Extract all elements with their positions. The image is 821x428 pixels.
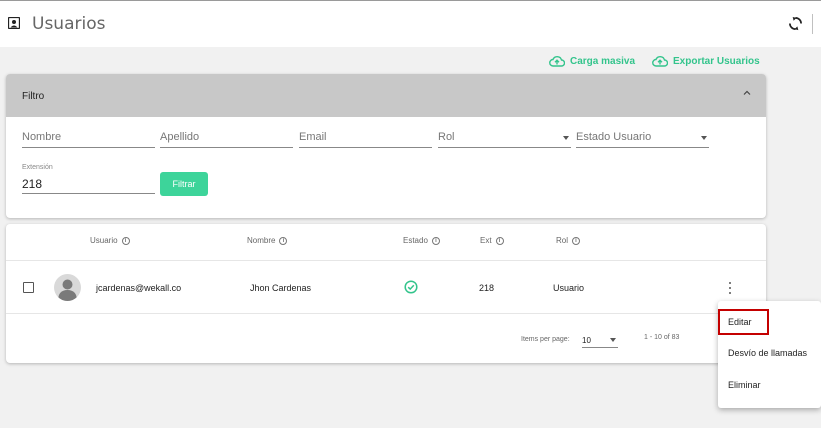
chevron-up-icon[interactable] <box>742 88 752 98</box>
bulk-upload-link[interactable]: Carga masiva <box>549 52 635 70</box>
items-per-page-label: Items per page: <box>521 336 570 343</box>
column-header-nombre[interactable]: Nombre i <box>247 236 288 245</box>
chevron-down-icon <box>563 136 569 140</box>
user-silhouette-icon <box>58 279 77 301</box>
row-checkbox[interactable] <box>23 282 34 293</box>
filter-panel-header[interactable]: Filtro <box>6 74 766 117</box>
cell-nombre: Jhon Cardenas <box>250 283 312 293</box>
estado-usuario-select[interactable]: Estado Usuario <box>576 126 709 148</box>
nombre-field[interactable]: Nombre <box>22 126 155 148</box>
cell-rol: Usuario <box>553 283 585 293</box>
cell-usuario: jcardenas@wekall.co <box>96 283 182 293</box>
page-size-select[interactable]: 10 <box>582 330 618 348</box>
column-header-label: Nombre <box>247 236 276 245</box>
chevron-down-icon <box>610 338 616 342</box>
rol-select[interactable]: Rol <box>438 126 571 148</box>
filter-title: Filtro <box>22 91 45 102</box>
menu-item-editar[interactable]: Editar <box>728 317 752 327</box>
column-header-usuario[interactable]: Usuario i <box>90 236 130 245</box>
filter-panel: Filtro Nombre Apellido Email Rol Estado … <box>6 74 766 218</box>
extension-label: Extensión <box>22 164 53 171</box>
cloud-upload-icon <box>652 55 668 67</box>
info-icon: i <box>495 236 504 245</box>
pagination-range: 1 - 10 of 83 <box>644 334 680 341</box>
info-icon: i <box>279 236 288 245</box>
export-users-link[interactable]: Exportar Usuarios <box>652 52 760 70</box>
row-actions-menu: Editar Desvío de llamadas Eliminar <box>718 301 821 408</box>
cloud-upload-icon <box>549 55 565 67</box>
column-header-label: Usuario <box>90 236 118 245</box>
column-header-label: Rol <box>556 236 569 245</box>
contact-card-icon <box>8 17 20 29</box>
estado-placeholder: Estado Usuario <box>576 131 652 143</box>
avatar <box>54 274 81 301</box>
header-divider <box>812 14 813 34</box>
page-size-value: 10 <box>582 336 591 345</box>
email-field[interactable]: Email <box>299 126 432 148</box>
nombre-placeholder: Nombre <box>22 131 62 143</box>
column-header-ext[interactable]: Ext i <box>480 236 504 245</box>
users-table: Usuario i Nombre i Estado i Ext i Rol i … <box>6 224 766 363</box>
header-divider <box>6 260 766 261</box>
menu-item-eliminar[interactable]: Eliminar <box>728 380 761 390</box>
cell-ext: 218 <box>479 283 495 293</box>
column-header-label: Ext <box>480 236 492 245</box>
check-circle-icon <box>404 280 418 294</box>
info-icon: i <box>121 236 130 245</box>
column-header-label: Estado <box>403 236 428 245</box>
row-divider <box>6 313 766 314</box>
app-header: Usuarios <box>0 0 821 47</box>
export-users-label: Exportar Usuarios <box>673 55 760 67</box>
apellido-field[interactable]: Apellido <box>160 126 293 148</box>
apellido-placeholder: Apellido <box>160 131 200 143</box>
column-header-rol[interactable]: Rol i <box>556 236 581 245</box>
info-icon: i <box>572 236 581 245</box>
menu-item-desvio[interactable]: Desvío de llamadas <box>728 348 807 358</box>
filter-button[interactable]: Filtrar <box>160 172 208 196</box>
chevron-down-icon <box>701 136 707 140</box>
more-vert-icon[interactable] <box>728 282 732 294</box>
bulk-upload-label: Carga masiva <box>570 55 636 67</box>
info-icon: i <box>431 236 440 245</box>
refresh-icon[interactable] <box>788 16 803 31</box>
page-title: Usuarios <box>32 14 106 34</box>
column-header-estado[interactable]: Estado i <box>403 236 440 245</box>
extension-input[interactable]: 218 <box>22 174 155 194</box>
rol-placeholder: Rol <box>438 131 455 143</box>
email-placeholder: Email <box>299 131 327 143</box>
